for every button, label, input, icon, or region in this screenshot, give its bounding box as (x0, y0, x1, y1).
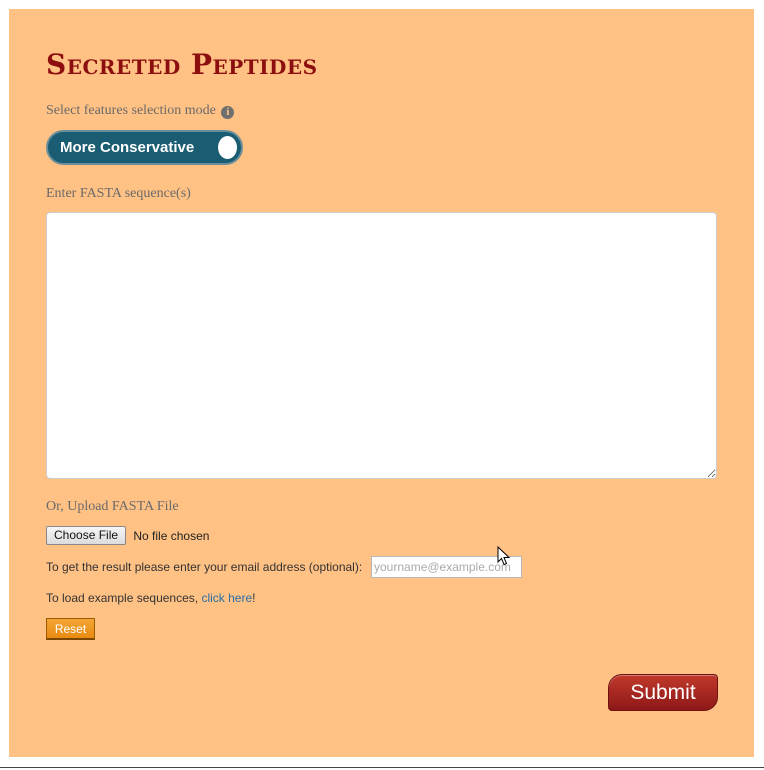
page-title: Secreted Peptides (46, 48, 318, 81)
email-input[interactable] (371, 556, 522, 578)
file-status: No file chosen (133, 528, 210, 543)
bottom-divider (0, 767, 764, 768)
example-suffix: ! (252, 591, 256, 605)
example-row: To load example sequences, click here! (46, 590, 255, 606)
reset-button[interactable]: Reset (46, 618, 95, 640)
example-prompt: To load example sequences, (46, 591, 202, 605)
mode-label-text: Select features selection mode (46, 103, 216, 118)
fasta-textarea[interactable] (46, 212, 717, 479)
email-prompt: To get the result please enter your emai… (46, 560, 363, 574)
submit-button[interactable]: Submit (608, 674, 718, 711)
mode-label: Select features selection mode i (46, 103, 235, 119)
choose-file-button[interactable]: Choose File (46, 526, 127, 546)
toggle-knob[interactable] (218, 136, 237, 159)
upload-label: Or, Upload FASTA File (46, 499, 179, 514)
file-upload-row: Choose File No file chosen (46, 525, 209, 546)
toggle-label: More Conservative (60, 139, 195, 156)
selection-mode-toggle[interactable]: More Conservative (46, 130, 243, 165)
info-icon[interactable]: i (221, 106, 235, 119)
fasta-label: Enter FASTA sequence(s) (46, 186, 191, 201)
example-link[interactable]: click here (201, 591, 252, 605)
